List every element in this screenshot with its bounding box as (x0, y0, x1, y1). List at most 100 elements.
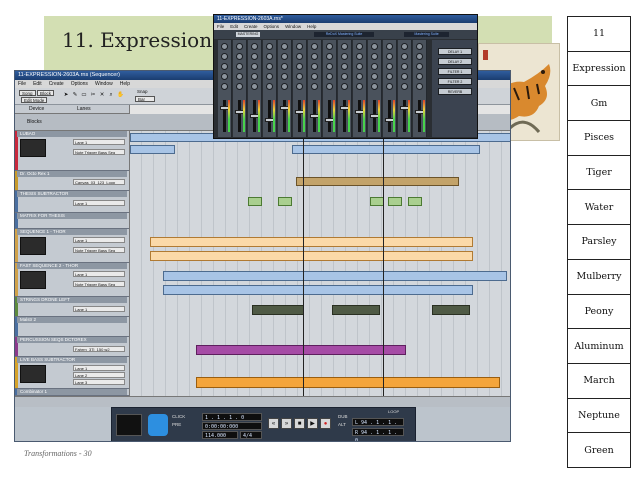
knob-icon[interactable] (341, 73, 348, 80)
knob-icon[interactable] (341, 63, 348, 70)
mixer-titlebar[interactable]: 11-EXPRESSION-2603A.rns* (214, 15, 477, 23)
knob-icon[interactable] (281, 83, 288, 90)
song-mode-button[interactable]: Song (19, 90, 36, 96)
knob-icon[interactable] (311, 43, 318, 50)
mixer-channel-strip[interactable] (323, 40, 337, 137)
knob-icon[interactable] (416, 53, 423, 60)
mixer-channel-strip[interactable] (233, 40, 247, 137)
master-button-filter-1[interactable]: FILTER 1 (438, 68, 472, 75)
knob-icon[interactable] (401, 53, 408, 60)
knob-icon[interactable] (266, 53, 273, 60)
knob-icon[interactable] (236, 53, 243, 60)
knob-icon[interactable] (386, 73, 393, 80)
mute-tool-icon[interactable]: ✕ (99, 92, 105, 98)
knob-icon[interactable] (281, 63, 288, 70)
alt-label[interactable]: ALT (338, 422, 346, 427)
mixer-channel-strip[interactable] (308, 40, 322, 137)
knob-icon[interactable] (401, 73, 408, 80)
arrow-tool-icon[interactable]: ➤ (63, 92, 69, 98)
knob-icon[interactable] (326, 63, 333, 70)
menu-file[interactable]: File (217, 23, 224, 30)
knob-icon[interactable] (311, 53, 318, 60)
knob-icon[interactable] (251, 43, 258, 50)
knob-icon[interactable] (416, 63, 423, 70)
knob-icon[interactable] (251, 53, 258, 60)
menu-options[interactable]: Options (71, 80, 88, 88)
knob-icon[interactable] (356, 73, 363, 80)
knob-icon[interactable] (311, 83, 318, 90)
clip[interactable] (163, 271, 507, 281)
tempo-display[interactable]: 114.000 (202, 431, 238, 439)
knob-icon[interactable] (311, 73, 318, 80)
track-lubao[interactable]: LUBAO Lane 1 Note Trigger Bass Seq (15, 131, 129, 171)
knob-icon[interactable] (341, 53, 348, 60)
menu-create[interactable]: Create (244, 23, 258, 30)
pencil-tool-icon[interactable]: ✎ (72, 92, 78, 98)
knob-icon[interactable] (296, 63, 303, 70)
clip[interactable] (388, 197, 402, 206)
knob-icon[interactable] (386, 43, 393, 50)
knob-icon[interactable] (386, 53, 393, 60)
power-button[interactable] (148, 414, 168, 436)
menu-help[interactable]: Help (120, 80, 130, 88)
knob-icon[interactable] (296, 53, 303, 60)
knob-icon[interactable] (401, 63, 408, 70)
eraser-tool-icon[interactable]: ▭ (81, 92, 87, 98)
knob-icon[interactable] (296, 83, 303, 90)
track-live-bass-subtractor[interactable]: LIVE BASS SUBTRACTOR Lane 1 Lane 2 Lane … (15, 357, 129, 389)
clip[interactable] (278, 197, 292, 206)
menu-window[interactable]: Window (95, 80, 113, 88)
knob-icon[interactable] (341, 43, 348, 50)
clip[interactable] (248, 197, 262, 206)
knob-icon[interactable] (296, 43, 303, 50)
clip[interactable] (150, 237, 473, 247)
rewind-icon[interactable]: « (268, 418, 279, 429)
knob-icon[interactable] (221, 83, 228, 90)
mixer-channel-strip[interactable] (398, 40, 412, 137)
mixer-channel-strip[interactable] (278, 40, 292, 137)
menu-help[interactable]: Help (307, 23, 316, 30)
mixer-channel-strip[interactable] (368, 40, 382, 137)
menu-file[interactable]: File (18, 80, 26, 88)
track-sequence-1-thor[interactable]: SEQUENCE 1 - THOR Lane 1 Note Trigger Ba… (15, 229, 129, 263)
magnify-tool-icon[interactable]: ⌕ (108, 92, 114, 98)
knob-icon[interactable] (326, 83, 333, 90)
clip[interactable] (296, 177, 459, 186)
play-icon[interactable]: ▶ (307, 418, 318, 429)
mixer-channel-strip[interactable] (263, 40, 277, 137)
record-icon[interactable]: ● (320, 418, 331, 429)
position-display[interactable]: 1 . 1 . 1 . 0 (202, 413, 262, 421)
knob-icon[interactable] (386, 63, 393, 70)
pre-label[interactable]: PRE (172, 422, 181, 427)
knob-icon[interactable] (371, 63, 378, 70)
knob-icon[interactable] (416, 83, 423, 90)
mixer-channel-strip[interactable] (293, 40, 307, 137)
knob-icon[interactable] (311, 63, 318, 70)
arrangement-area[interactable] (129, 131, 510, 396)
dub-label[interactable]: DUB (338, 414, 348, 419)
mixer-channel-strip[interactable] (413, 40, 427, 137)
clip[interactable] (432, 305, 470, 315)
knob-icon[interactable] (221, 53, 228, 60)
master-button-filter-2[interactable]: FILTER 2 (438, 78, 472, 85)
mixer-channel-strip[interactable] (248, 40, 262, 137)
knob-icon[interactable] (326, 73, 333, 80)
loop-label[interactable]: LOOP (388, 409, 399, 414)
knob-icon[interactable] (251, 63, 258, 70)
clip[interactable] (292, 145, 480, 154)
knob-icon[interactable] (221, 73, 228, 80)
master-button-reverb[interactable]: REVERB (438, 88, 472, 95)
menu-options[interactable]: Options (264, 23, 280, 30)
mixer-channel-strip[interactable] (383, 40, 397, 137)
knob-icon[interactable] (341, 83, 348, 90)
knob-icon[interactable] (371, 73, 378, 80)
clip[interactable] (252, 305, 304, 315)
mixer-channel-strip[interactable] (338, 40, 352, 137)
mixer-channel-strip[interactable] (218, 40, 232, 137)
fast-forward-icon[interactable]: » (281, 418, 292, 429)
knob-icon[interactable] (266, 63, 273, 70)
click-label[interactable]: CLICK (172, 414, 185, 419)
knob-icon[interactable] (266, 83, 273, 90)
block-mode-button[interactable]: Block (37, 90, 55, 96)
right-locator-display[interactable]: R 94 . 1 . 1 . 0 (352, 428, 404, 441)
